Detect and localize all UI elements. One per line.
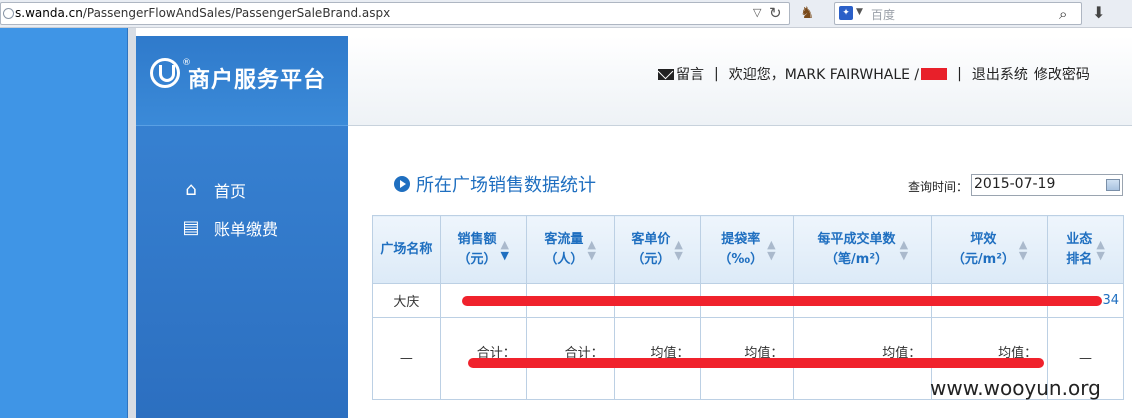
reload-icon[interactable]: ↻ [769, 4, 782, 22]
baidu-icon[interactable]: ✦ [839, 6, 853, 20]
query-date-input[interactable]: 2015-07-19 [971, 174, 1123, 196]
change-password-link[interactable]: 修改密码 [1034, 64, 1090, 84]
calendar-icon[interactable] [1106, 179, 1120, 191]
col-unit-price[interactable]: 客单价 （元） ▲ ▼ [613, 215, 701, 284]
sidebar-item-bill[interactable]: ▤ 账单缴费 [180, 214, 278, 242]
redaction-line [462, 296, 1102, 306]
bill-icon: ▤ [182, 217, 200, 238]
header-links: 留言 | 欢迎您，MARK FAIRWHALE / | 退出系统 修改密码 [658, 64, 1090, 84]
col-category-rank[interactable]: 业态 排名 ▲ ▼ [1047, 215, 1124, 284]
search-icon[interactable]: ⌕ [1059, 5, 1067, 23]
divider: | [957, 66, 962, 82]
wanda-logo-icon [150, 58, 180, 88]
download-icon[interactable]: ⬇ [1092, 3, 1105, 22]
logout-link[interactable]: 退出系统 [972, 64, 1028, 84]
welcome-text: 欢迎您，MARK FAIRWHALE / [728, 67, 920, 83]
sales-table: 广场名称 销售额 （元） ▲ ▼ 客流量 （人） ▲ ▼ 客单价 （元） ▲ ▼ 提袋率 （‰） ▲ ▼… [372, 215, 1124, 400]
url-text[interactable]: s.wanda.cn/PassengerFlowAndSales/Passeng… [15, 6, 390, 20]
sort-arrows-icon[interactable]: ▲ ▼ [1019, 239, 1027, 261]
search-placeholder: 百度 [871, 8, 896, 22]
table-header-row: 广场名称 销售额 （元） ▲ ▼ 客流量 （人） ▲ ▼ 客单价 （元） ▲ ▼ 提袋率 （‰） ▲ ▼… [372, 215, 1124, 284]
window-border [128, 28, 136, 418]
main-content: 所在广场销售数据统计 查询时间： 2015-07-19 广场名称 销售额 （元） ▲… [348, 127, 1132, 418]
sort-arrows-icon[interactable]: ▲ ▼ [674, 239, 682, 261]
divider: | [714, 66, 719, 82]
logo-area: ® 商户服务平台 [136, 36, 348, 126]
extension-icon[interactable]: ♞ [800, 3, 822, 25]
col-traffic[interactable]: 客流量 （人） ▲ ▼ [525, 215, 615, 284]
sidebar-item-label: 首页 [214, 182, 247, 201]
browser-toolbar: s.wanda.cn/PassengerFlowAndSales/Passeng… [0, 0, 1132, 28]
chevron-down-icon[interactable]: ▼ [856, 7, 863, 17]
sidebar-item-label: 账单缴费 [214, 220, 279, 239]
play-circle-icon [394, 176, 410, 192]
desktop-background [0, 28, 128, 418]
query-date-label: 查询时间： [908, 180, 969, 194]
query-date-value: 2015-07-19 [974, 176, 1056, 192]
app-title: 商户服务平台 [188, 68, 327, 93]
message-link[interactable]: 留言 [676, 64, 704, 84]
col-plaza-name: 广场名称 [372, 215, 441, 284]
plaza-name-cell: 大庆 [372, 283, 441, 318]
sort-arrows-icon[interactable]: ▲ ▼ [767, 239, 775, 261]
col-orders-per-sqm[interactable]: 每平成交单数 （笔/m²） ▲ ▼ [793, 215, 933, 284]
sort-arrows-icon[interactable]: ▲ ▼ [1096, 239, 1104, 261]
sort-arrows-icon[interactable]: ▲ ▼ [900, 239, 908, 261]
globe-icon [3, 8, 14, 19]
section-title-text: 所在广场销售数据统计 [416, 175, 596, 196]
address-bar[interactable]: s.wanda.cn/PassengerFlowAndSales/Passeng… [0, 2, 790, 25]
redaction-mark [921, 68, 948, 80]
col-bag-rate[interactable]: 提袋率 （‰） ▲ ▼ [699, 215, 795, 284]
summary-first-cell: — [372, 317, 441, 400]
sort-arrows-icon[interactable]: ▲ ▼ [587, 239, 595, 261]
home-icon: ⌂ [185, 179, 197, 200]
redaction-line [468, 358, 1044, 368]
sidebar-item-home[interactable]: ⌂ 首页 [180, 176, 246, 204]
sort-arrows-icon[interactable]: ▲ ▼ [501, 239, 509, 261]
watermark: www.wooyun.org [930, 376, 1101, 400]
col-sales[interactable]: 销售额 （元） ▲ ▼ [439, 215, 527, 284]
col-sales-per-sqm[interactable]: 坪效 （元/m²） ▲ ▼ [931, 215, 1049, 284]
sidebar: ® 商户服务平台 ⌂ 首页 ▤ 账单缴费 [136, 36, 348, 418]
chevron-down-icon[interactable]: ▽ [753, 6, 761, 19]
mail-icon[interactable] [658, 68, 674, 80]
section-title: 所在广场销售数据统计 [394, 171, 596, 197]
header: 留言 | 欢迎您，MARK FAIRWHALE / | 退出系统 修改密码 [348, 36, 1132, 126]
search-box[interactable]: ✦ ▼ 百度 ⌕ [834, 2, 1082, 25]
